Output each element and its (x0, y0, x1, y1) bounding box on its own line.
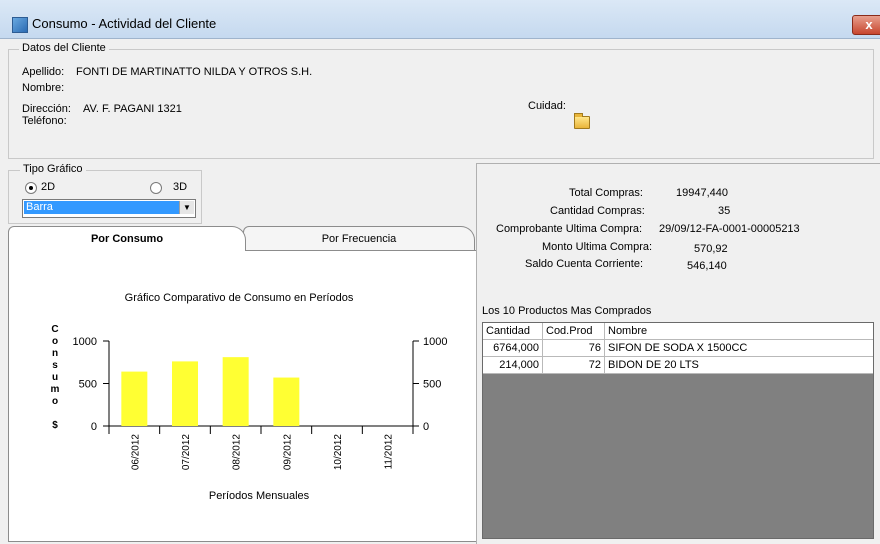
bar (222, 357, 249, 426)
consumption-chart: Gráfico Comparativo de Consumo en Períod… (51, 292, 448, 502)
total-compras-value: 19947,440 (676, 187, 728, 199)
folder-icon[interactable] (574, 113, 590, 129)
column-header-cantidad[interactable]: Cantidad (483, 323, 543, 340)
products-title: Los 10 Productos Mas Comprados (482, 305, 652, 317)
nombre-label: Nombre: (22, 82, 65, 94)
y-tick-label-right: 0 (423, 421, 429, 433)
window-titlebar[interactable]: Consumo - Actividad del Cliente x (0, 0, 880, 39)
x-tick-label: 09/2012 (282, 434, 293, 471)
apellido-value: FONTI DE MARTINATTO NILDA Y OTROS S.H. (76, 66, 313, 78)
y-tick-label-left: 1000 (73, 336, 97, 348)
radio-3d-label[interactable]: 3D (173, 181, 187, 193)
y-axis-label-char: u (52, 372, 58, 383)
chart-panel: Gráfico Comparativo de Consumo en Períod… (8, 250, 477, 542)
cell-codprod: 76 (543, 340, 605, 357)
radio-2d[interactable] (25, 182, 37, 194)
close-button[interactable]: x (852, 15, 880, 35)
cell-codprod: 72 (543, 357, 605, 374)
bar (273, 377, 300, 426)
cell-nombre: SIFON DE SODA X 1500CC (605, 340, 873, 357)
chart-title: Gráfico Comparativo de Consumo en Períod… (125, 292, 354, 304)
x-tick-label: 08/2012 (232, 434, 243, 471)
app-icon (12, 17, 28, 33)
radio-2d-label[interactable]: 2D (41, 181, 55, 193)
window-title: Consumo - Actividad del Cliente (32, 16, 217, 31)
monto-label: Monto Ultima Compra: (542, 241, 653, 253)
x-tick-label: 07/2012 (181, 434, 192, 471)
cell-cantidad: 214,000 (483, 357, 543, 374)
bar (172, 361, 198, 426)
apellido-label: Apellido: (22, 66, 65, 78)
direccion-value: AV. F. PAGANI 1321 (83, 103, 182, 115)
cell-cantidad: 6764,000 (483, 340, 543, 357)
tab-por-consumo[interactable]: Por Consumo (8, 226, 246, 251)
x-axis-label: Períodos Mensuales (209, 490, 310, 502)
table-header-row: Cantidad Cod.Prod Nombre (483, 323, 873, 340)
saldo-label: Saldo Cuenta Corriente: (525, 258, 644, 270)
x-tick-label: 10/2012 (333, 434, 344, 471)
y-axis-label-char: s (52, 360, 58, 371)
direccion-label: Dirección: (22, 103, 71, 115)
y-tick-label-right: 500 (423, 379, 441, 391)
telefono-label: Teléfono: (22, 115, 67, 127)
table-row[interactable]: 6764,000 76 SIFON DE SODA X 1500CC (483, 340, 873, 357)
y-axis-label-char: o (52, 396, 58, 407)
comprobante-value: 29/09/12-FA-0001-00005213 (659, 223, 800, 235)
comprobante-label: Comprobante Ultima Compra: (496, 223, 643, 235)
x-tick-label: 06/2012 (130, 434, 141, 471)
y-axis-label-char: m (51, 384, 60, 395)
y-axis-label-char: o (52, 336, 58, 347)
y-tick-label-left: 0 (91, 421, 97, 433)
products-grid[interactable]: Cantidad Cod.Prod Nombre 6764,000 76 SIF… (482, 322, 874, 539)
column-header-codprod[interactable]: Cod.Prod (543, 323, 605, 340)
y-axis-label-char: n (52, 348, 58, 359)
y-axis-label-char: C (51, 324, 58, 335)
column-header-nombre[interactable]: Nombre (605, 323, 873, 340)
cantidad-compras-value: 35 (718, 205, 731, 217)
ciudad-label: Cuidad: (528, 100, 566, 112)
total-compras-label: Total Compras: (569, 187, 643, 199)
chart-style-select-value: Barra (24, 201, 179, 214)
cantidad-compras-label: Cantidad Compras: (550, 205, 645, 217)
chevron-down-icon[interactable]: ▼ (179, 201, 194, 214)
bar (121, 371, 148, 426)
y-tick-label-left: 500 (79, 379, 97, 391)
saldo-value: 546,140 (687, 260, 727, 272)
y-axis-label-char: $ (52, 420, 58, 431)
chart-style-select[interactable]: Barra ▼ (22, 199, 196, 218)
x-tick-label: 11/2012 (384, 434, 395, 470)
monto-value: 570,92 (694, 243, 728, 255)
client-data-group-label: Datos del Cliente (19, 42, 109, 54)
tab-por-frecuencia[interactable]: Por Frecuencia (243, 226, 475, 251)
table-row[interactable]: 214,000 72 BIDON DE 20 LTS (483, 357, 873, 374)
radio-3d[interactable] (150, 182, 162, 194)
cell-nombre: BIDON DE 20 LTS (605, 357, 873, 374)
chart-type-group-label: Tipo Gráfico (20, 163, 86, 175)
y-tick-label-right: 1000 (423, 336, 447, 348)
